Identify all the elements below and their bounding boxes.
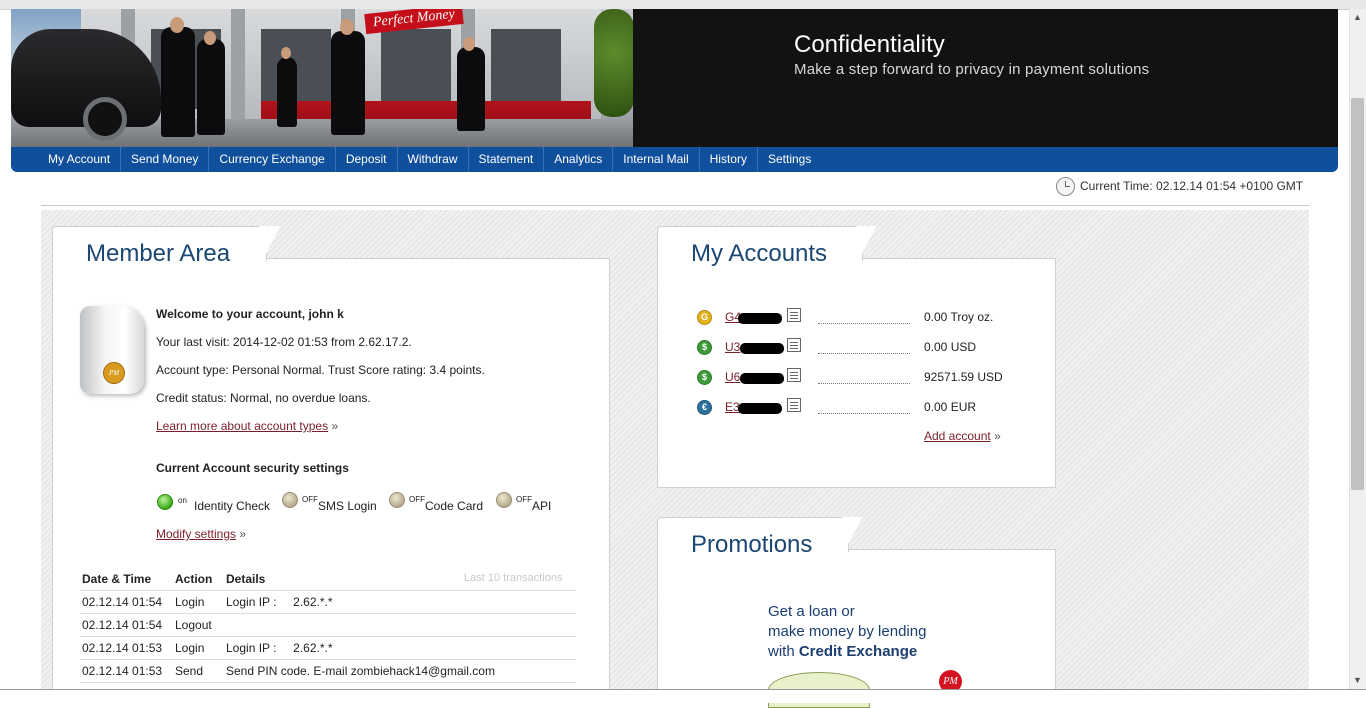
redaction	[738, 313, 782, 324]
redaction	[740, 343, 784, 354]
row-2-date: 02.12.14 01:54	[82, 618, 163, 632]
api-off-icon	[496, 492, 512, 508]
row-1-action: Login	[175, 595, 205, 609]
my-accounts-tab: My Accounts	[657, 226, 863, 267]
promo-banner[interactable]: Get a loan or make money by lending with…	[768, 602, 926, 662]
note-icon[interactable]	[787, 308, 801, 322]
raquo-icon: »	[331, 419, 339, 433]
nav-settings[interactable]: Settings	[758, 147, 821, 172]
nav-withdraw[interactable]: Withdraw	[398, 147, 469, 172]
credit-exchange-text: Credit Exchange	[798, 643, 918, 660]
code-card-label[interactable]: Code Card	[425, 499, 483, 513]
nav-send-money[interactable]: Send Money	[121, 147, 210, 172]
api-label[interactable]: API	[532, 499, 551, 513]
divider	[41, 205, 1309, 206]
balance-eur: 0.00 EUR	[924, 400, 977, 414]
raquo-icon: »	[239, 527, 247, 541]
note-icon[interactable]	[787, 398, 801, 412]
banner-subtitle: Make a step forward to privacy in paymen…	[794, 61, 1150, 78]
sms-login-state: OFF	[302, 495, 318, 504]
welcome-text: Welcome to your account, john k	[156, 307, 344, 321]
member-area-title: Member Area	[86, 240, 231, 267]
row-1-date: 02.12.14 01:54	[82, 595, 163, 609]
gold-currency-icon: G	[697, 310, 712, 325]
security-heading: Current Account security settings	[156, 461, 349, 475]
identity-check-label[interactable]: Identity Check	[194, 499, 270, 513]
promotions-title: Promotions	[691, 531, 813, 558]
identity-check-on-icon	[157, 494, 173, 510]
row-3-action: Login	[175, 641, 205, 655]
balance-usd-1: 0.00 USD	[924, 340, 977, 354]
row-4-date: 02.12.14 01:53	[82, 664, 163, 678]
main-nav: My Account Send Money Currency Exchange …	[11, 147, 1338, 172]
th-action: Action	[175, 572, 213, 586]
identity-check-state: on	[178, 496, 187, 505]
nav-analytics[interactable]: Analytics	[544, 147, 614, 172]
banner-title: Confidentiality	[794, 31, 945, 58]
th-date-time: Date & Time	[82, 572, 152, 586]
promo-line-1: Get a loan or	[768, 603, 855, 620]
account-u-link[interactable]: U3	[725, 340, 740, 354]
nav-internal-mail[interactable]: Internal Mail	[613, 147, 700, 172]
usd-currency-icon: $	[697, 340, 712, 355]
banner-photo: Perfect Money	[11, 9, 633, 147]
nav-currency-exchange[interactable]: Currency Exchange	[209, 147, 336, 172]
eur-currency-icon: €	[697, 400, 712, 415]
my-accounts-title: My Accounts	[691, 240, 828, 267]
last-10-transactions-note: Last 10 transactions	[464, 572, 563, 584]
note-icon[interactable]	[787, 368, 801, 382]
add-account-link[interactable]: Add account	[924, 429, 991, 443]
nav-history[interactable]: History	[700, 147, 758, 172]
nav-my-account[interactable]: My Account	[38, 147, 122, 172]
pm-badge-icon: PM	[103, 362, 125, 384]
promo-line-2: make money by lending	[768, 623, 927, 640]
note-icon[interactable]	[787, 338, 801, 352]
nav-deposit[interactable]: Deposit	[336, 147, 398, 172]
credit-status-text: Credit status: Normal, no overdue loans.	[156, 391, 371, 405]
learn-more-link[interactable]: Learn more about account types	[156, 419, 328, 433]
code-card-off-icon	[389, 492, 405, 508]
nav-statement[interactable]: Statement	[469, 147, 545, 172]
window-bottom-edge	[0, 689, 1366, 703]
row-4-details: Send PIN code. E-mail zombiehack14@gmail…	[226, 664, 495, 678]
current-time: Current Time: 02.12.14 01:54 +0100 GMT	[1080, 179, 1304, 193]
account-u-link[interactable]: U6	[725, 370, 740, 384]
member-area-tab: Member Area	[52, 226, 267, 267]
modify-settings-link[interactable]: Modify settings	[156, 527, 236, 541]
scroll-up-arrow-icon[interactable]: ▲	[1349, 9, 1366, 26]
sms-login-off-icon	[282, 492, 298, 508]
th-details: Details	[226, 572, 266, 586]
raquo-icon: »	[994, 429, 1001, 443]
balance-gold: 0.00 Troy oz.	[924, 310, 994, 324]
row-3-details: Login IP : 2.62.*.*	[226, 641, 333, 655]
scroll-down-arrow-icon[interactable]: ▼	[1349, 672, 1366, 689]
last-visit-text: Your last visit: 2014-12-02 01:53 from 2…	[156, 335, 412, 349]
redaction	[740, 373, 784, 384]
code-card-state: OFF	[409, 495, 425, 504]
row-3-date: 02.12.14 01:53	[82, 641, 163, 655]
api-state: OFF	[516, 495, 532, 504]
balance-usd-2: 92571.59 USD	[924, 370, 1003, 384]
row-4-action: Send	[175, 664, 204, 678]
sms-login-label[interactable]: SMS Login	[318, 499, 377, 513]
row-1-details: Login IP : 2.62.*.*	[226, 595, 333, 609]
redaction	[738, 403, 782, 414]
account-type-text: Account type: Personal Normal. Trust Sco…	[156, 363, 485, 377]
promo-line-3-prefix: with	[768, 643, 799, 660]
row-2-action: Logout	[175, 618, 212, 632]
clock-icon	[1056, 177, 1075, 196]
usd-currency-icon: $	[697, 370, 712, 385]
scrollbar-thumb[interactable]	[1351, 98, 1364, 490]
promotions-tab: Promotions	[657, 517, 849, 558]
header-banner: Perfect Money Confidentiality Make a ste…	[11, 9, 1338, 147]
